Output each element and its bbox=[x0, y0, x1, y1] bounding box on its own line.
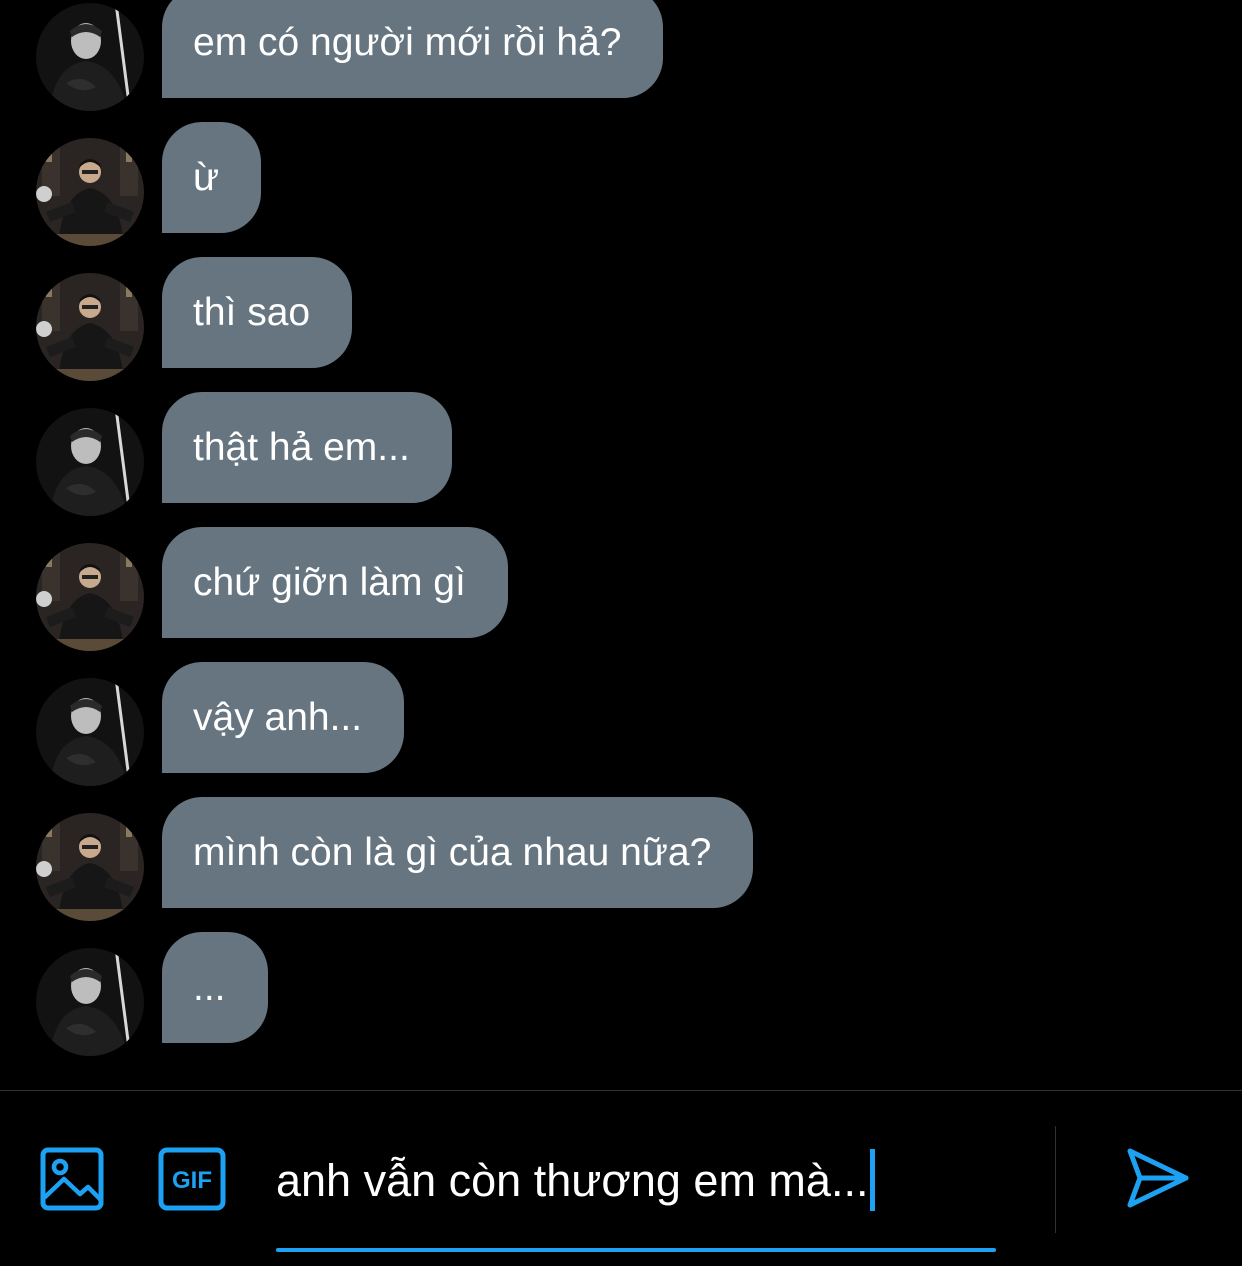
message-row: ừ bbox=[0, 122, 1242, 246]
avatar-a-image bbox=[36, 408, 144, 516]
message-row: chứ giỡn làm gì bbox=[0, 527, 1242, 651]
message-input[interactable]: anh vẫn còn thương em mà... bbox=[276, 1149, 876, 1213]
avatar[interactable] bbox=[36, 273, 144, 381]
message-input-value: anh vẫn còn thương em mà... bbox=[276, 1155, 869, 1206]
message-bubble[interactable]: ... bbox=[162, 932, 268, 1043]
image-icon[interactable] bbox=[40, 1147, 104, 1211]
message-bubble[interactable]: mình còn là gì của nhau nữa? bbox=[162, 797, 754, 908]
avatar-b-image bbox=[36, 138, 144, 246]
message-bubble[interactable]: ừ bbox=[162, 122, 262, 233]
message-row: mình còn là gì của nhau nữa? bbox=[0, 797, 1242, 921]
avatar[interactable] bbox=[36, 408, 144, 516]
message-row: thật hả em... bbox=[0, 392, 1242, 516]
avatar[interactable] bbox=[36, 138, 144, 246]
message-bubble[interactable]: thật hả em... bbox=[162, 392, 452, 503]
gif-icon[interactable]: GIF bbox=[158, 1147, 226, 1211]
avatar-b-image bbox=[36, 273, 144, 381]
message-bubble[interactable]: chứ giỡn làm gì bbox=[162, 527, 508, 638]
message-row: ... bbox=[0, 932, 1242, 1056]
divider bbox=[1055, 1126, 1056, 1233]
message-row: thì sao bbox=[0, 257, 1242, 381]
message-bubble[interactable]: em có người mới rồi hả? bbox=[162, 0, 664, 98]
message-bubble[interactable]: vậy anh... bbox=[162, 662, 405, 773]
avatar[interactable] bbox=[36, 3, 144, 111]
avatar[interactable] bbox=[36, 948, 144, 1056]
avatar-a-image bbox=[36, 3, 144, 111]
message-bubble[interactable]: thì sao bbox=[162, 257, 353, 368]
send-icon[interactable] bbox=[1124, 1145, 1190, 1211]
message-composer: GIF anh vẫn còn thương em mà... bbox=[0, 1090, 1242, 1266]
text-caret bbox=[870, 1149, 876, 1212]
avatar-a-image bbox=[36, 948, 144, 1056]
message-row: em có người mới rồi hả? bbox=[0, 0, 1242, 111]
message-list: em có người mới rồi hả? ừ thì sao thật h… bbox=[0, 0, 1242, 1090]
avatar-b-image bbox=[36, 813, 144, 921]
avatar[interactable] bbox=[36, 543, 144, 651]
avatar[interactable] bbox=[36, 678, 144, 786]
input-underline bbox=[276, 1248, 996, 1252]
avatar-b-image bbox=[36, 543, 144, 651]
avatar-a-image bbox=[36, 678, 144, 786]
avatar[interactable] bbox=[36, 813, 144, 921]
gif-label: GIF bbox=[172, 1167, 212, 1194]
message-row: vậy anh... bbox=[0, 662, 1242, 786]
